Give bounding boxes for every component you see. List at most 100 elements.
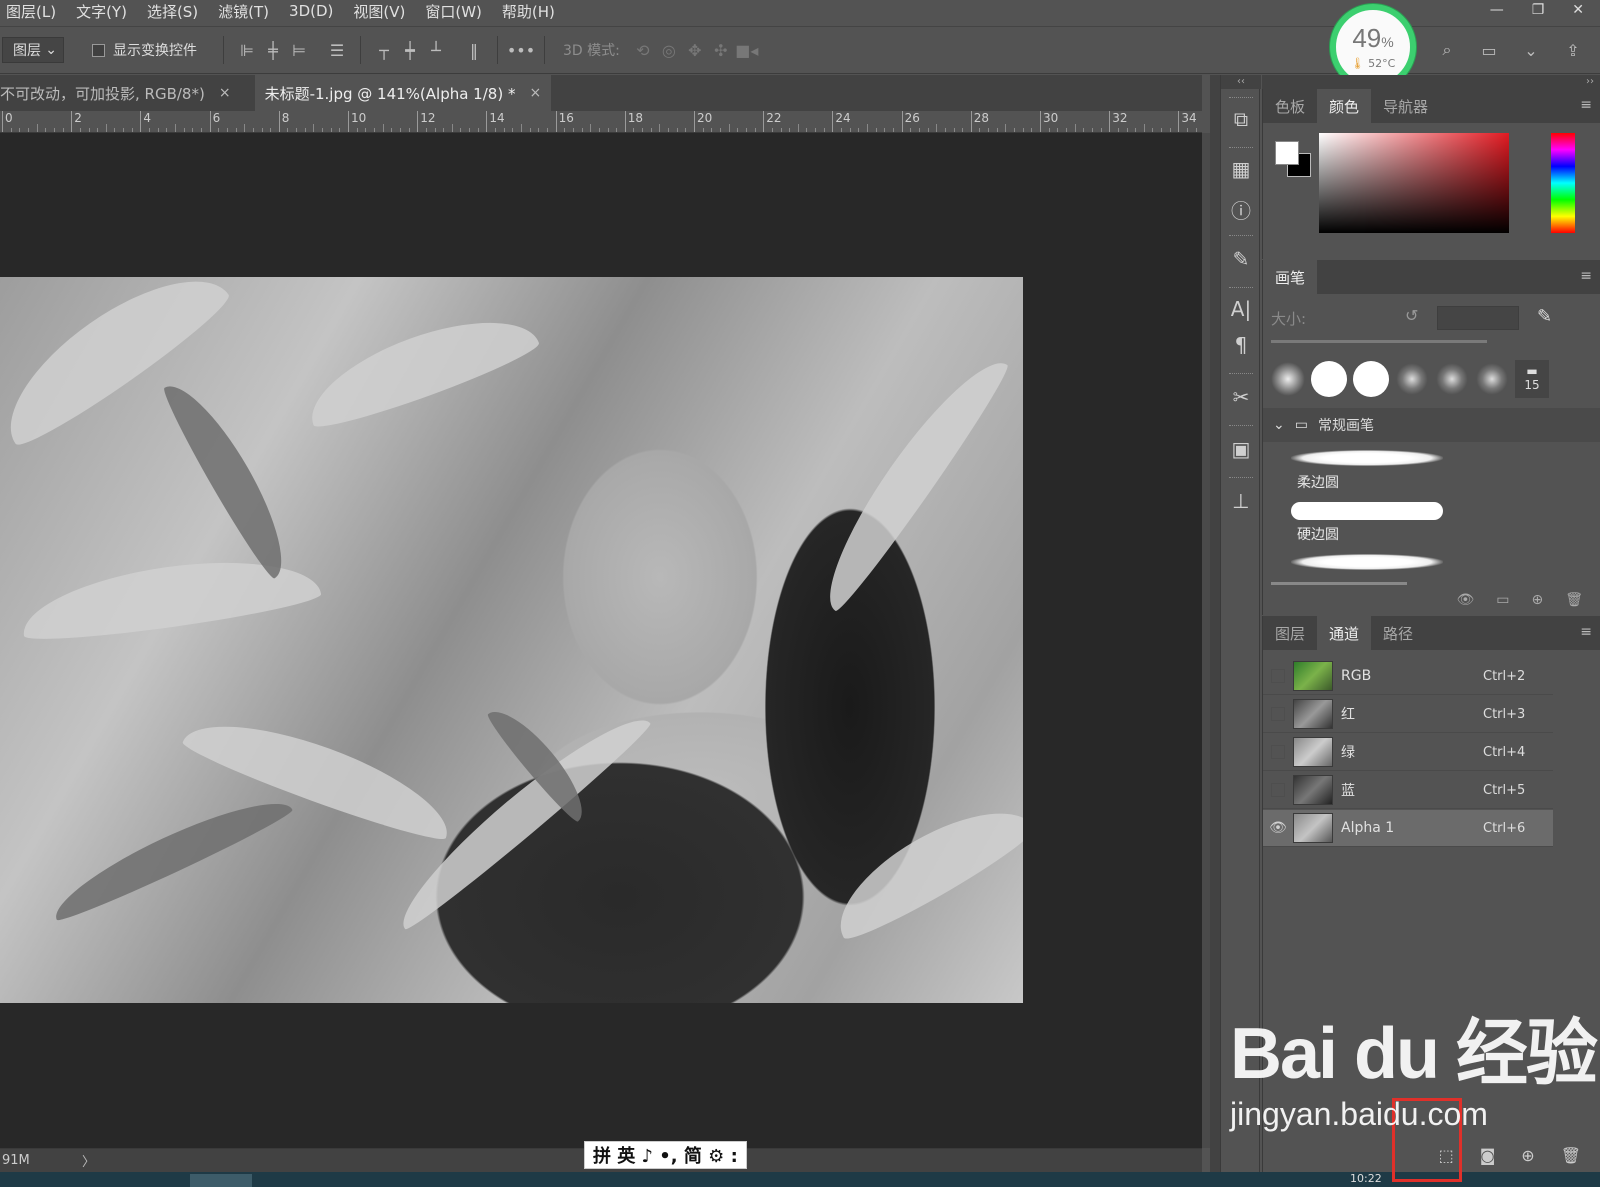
more-options-button[interactable]: ••• [507, 37, 535, 63]
brush-tip[interactable] [1311, 361, 1347, 397]
horizontal-ruler[interactable]: 0 2 4 6 8 10 12 14 16 18 20 22 24 26 28 30 32 34 [0, 111, 1202, 133]
grip-icon[interactable] [1229, 287, 1253, 290]
visibility-toggle[interactable] [1271, 745, 1285, 759]
align-right-icon[interactable]: ⊨ [286, 37, 312, 63]
soft-round-stroke[interactable] [1291, 450, 1443, 466]
brush-size-input[interactable] [1437, 306, 1519, 330]
tab-brushes[interactable]: 画笔 [1263, 260, 1318, 294]
distribute-icon[interactable]: ☰ [324, 37, 350, 63]
properties-icon[interactable]: ▣ [1221, 437, 1261, 461]
tab-color[interactable]: 颜色 [1317, 89, 1372, 123]
new-group-icon[interactable]: ▭ [1496, 592, 1509, 608]
trash-icon[interactable]: 🗑 [1561, 1146, 1581, 1165]
brush-tip[interactable] [1435, 362, 1469, 396]
tab-paths[interactable]: 路径 [1371, 616, 1425, 650]
character-icon[interactable]: A| [1221, 297, 1261, 321]
menu-filter[interactable]: 滤镜(T) [218, 1, 269, 22]
clone-source-icon[interactable]: ⊥ [1221, 489, 1261, 513]
chevron-down-icon[interactable]: ⌄ [1518, 37, 1544, 63]
align-vcenter-icon[interactable]: ┿ [397, 37, 423, 63]
paragraph-icon[interactable]: ¶ [1221, 333, 1261, 357]
auto-select-dropdown[interactable]: 图层 ⌄ [2, 37, 64, 63]
slide-3d-icon[interactable]: ✣ [708, 37, 734, 63]
menu-help[interactable]: 帮助(H) [502, 1, 555, 22]
hue-slider[interactable] [1551, 133, 1575, 233]
grip-icon[interactable] [1229, 373, 1253, 376]
brush-tip-small[interactable]: ▬ 15 [1515, 360, 1549, 398]
channel-row-rgb[interactable]: RGB Ctrl+2 [1263, 658, 1553, 695]
close-tab-icon[interactable]: × [529, 85, 541, 101]
grip-icon[interactable] [1229, 477, 1253, 480]
visibility-toggle[interactable] [1271, 783, 1285, 797]
grip-icon[interactable] [1229, 235, 1253, 238]
panel-menu-icon[interactable]: ≡ [1580, 268, 1592, 284]
brush-stroke-preview[interactable] [1291, 554, 1443, 570]
hard-round-stroke[interactable] [1291, 502, 1443, 520]
brush-size-slider[interactable] [1271, 340, 1487, 343]
brush-tip[interactable] [1353, 361, 1389, 397]
foreground-color-swatch[interactable] [1275, 141, 1299, 165]
save-selection-icon[interactable]: ◙ [1480, 1146, 1496, 1165]
document-tab-1[interactable]: 不可改动，可加投影, RGB/8*) × [0, 75, 241, 111]
minimize-button[interactable]: — [1490, 2, 1504, 18]
align-bottom-icon[interactable]: ┴ [423, 37, 449, 63]
show-transform-checkbox[interactable] [92, 43, 105, 57]
menu-layer[interactable]: 图层(L) [6, 1, 56, 22]
new-channel-icon[interactable]: ⊕ [1521, 1146, 1534, 1165]
workspace-icon[interactable]: ▭ [1476, 37, 1502, 63]
channel-row-alpha-1[interactable]: 👁 Alpha 1 Ctrl+6 [1263, 810, 1553, 847]
trash-icon[interactable]: 🗑 [1565, 592, 1583, 608]
align-top-icon[interactable]: ┬ [371, 37, 397, 63]
panel-menu-icon[interactable]: ≡ [1580, 624, 1592, 640]
visibility-toggle[interactable] [1271, 669, 1285, 683]
distribute-vertical-icon[interactable]: ‖ [461, 37, 487, 63]
close-tab-icon[interactable]: × [219, 85, 231, 101]
color-field[interactable] [1319, 133, 1509, 233]
brush-settings-icon[interactable]: ✎ [1221, 247, 1261, 271]
new-brush-icon[interactable]: ✎ [1537, 306, 1552, 327]
info-icon[interactable]: ⓘ [1221, 195, 1261, 224]
align-hcenter-icon[interactable]: ╪ [260, 37, 286, 63]
document-tab-2[interactable]: 未标题-1.jpg @ 141%(Alpha 1/8) * × [254, 75, 552, 111]
brush-tip[interactable] [1395, 362, 1429, 396]
brush-tip[interactable] [1475, 362, 1509, 396]
3d-panel-icon[interactable]: ▦ [1221, 157, 1261, 181]
tool-presets-icon[interactable]: ✂ [1221, 385, 1261, 409]
align-left-icon[interactable]: ⊫ [234, 37, 260, 63]
tab-layers[interactable]: 图层 [1263, 616, 1317, 650]
menu-select[interactable]: 选择(S) [147, 1, 198, 22]
brush-name[interactable]: 柔边圆 [1297, 472, 1339, 492]
tab-navigator[interactable]: 导航器 [1371, 89, 1440, 123]
ime-toolbar[interactable]: 拼 英 ♪ •, 简 ⚙ : [584, 1141, 747, 1169]
brush-tip[interactable] [1271, 362, 1305, 396]
grip-icon[interactable] [1229, 147, 1253, 150]
menu-type[interactable]: 文字(Y) [76, 1, 127, 22]
panel-menu-icon[interactable]: ≡ [1580, 97, 1592, 113]
eye-toggle-icon[interactable]: 👁 [1456, 592, 1474, 608]
pan-3d-icon[interactable]: ✥ [682, 37, 708, 63]
status-menu-chevron[interactable]: 〉 [82, 1151, 95, 1170]
search-icon[interactable]: ⌕ [1434, 37, 1460, 63]
collapse-right-icon[interactable]: ›› [1262, 75, 1600, 89]
collapse-left-icon[interactable]: ‹‹ [1221, 75, 1261, 89]
orbit-3d-icon[interactable]: ⟲ [630, 37, 656, 63]
canvas-workspace[interactable] [0, 133, 1202, 1148]
vertical-scrollbar[interactable] [1202, 133, 1210, 1148]
restore-button[interactable]: ❐ [1532, 2, 1545, 18]
canvas-image[interactable] [0, 277, 1023, 1003]
menu-window[interactable]: 窗口(W) [425, 1, 482, 22]
channel-row-green[interactable]: 绿 Ctrl+4 [1263, 734, 1553, 771]
brush-group[interactable]: ⌄ ▭ 常规画笔 [1263, 408, 1600, 442]
close-window-button[interactable]: ✕ [1572, 2, 1584, 18]
grip-icon[interactable] [1229, 97, 1253, 100]
history-icon[interactable]: ⧉ [1221, 107, 1261, 131]
visibility-toggle[interactable] [1271, 707, 1285, 721]
brush-name[interactable]: 硬边圆 [1297, 524, 1339, 544]
menu-view[interactable]: 视图(V) [353, 1, 405, 22]
taskbar-item[interactable] [190, 1174, 252, 1187]
share-icon[interactable]: ⇪ [1560, 37, 1586, 63]
tab-channels[interactable]: 通道 [1317, 616, 1372, 650]
camera-3d-icon[interactable]: ■◂ [734, 37, 760, 63]
tab-swatches[interactable]: 色板 [1263, 89, 1317, 123]
channel-row-red[interactable]: 红 Ctrl+3 [1263, 696, 1553, 733]
